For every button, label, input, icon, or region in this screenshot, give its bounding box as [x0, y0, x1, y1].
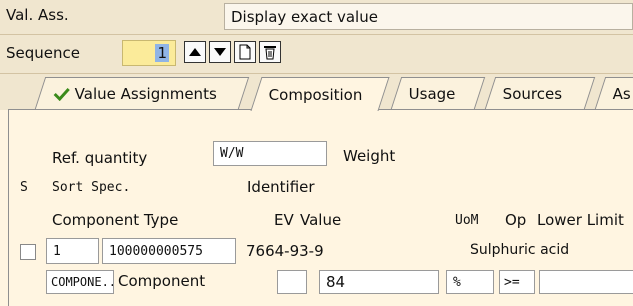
tab-composition-label: Composition	[268, 85, 363, 104]
identifier-value: 7664-93-9	[246, 242, 324, 260]
s-column-header: S	[20, 180, 28, 195]
tab-usage[interactable]: Usage	[390, 77, 486, 109]
tab-as[interactable]: As	[594, 77, 633, 109]
trash-icon	[264, 46, 276, 60]
component-type-value: COMPONE..	[51, 275, 114, 289]
val-ass-label: Val. Ass.	[6, 6, 69, 24]
ref-quantity-input[interactable]: W/W	[213, 141, 327, 166]
tab-strip: Value Assignments Composition Usage Sour…	[0, 74, 633, 111]
sequence-value: 1	[155, 44, 169, 62]
sort-spec-value: 1	[53, 243, 61, 259]
tab-value-assignments[interactable]: Value Assignments	[34, 77, 250, 109]
row-select-checkbox[interactable]	[20, 244, 36, 260]
tab-sources[interactable]: Sources	[484, 77, 596, 109]
ref-quantity-label: Ref. quantity	[52, 149, 148, 167]
tab-sources-label: Sources	[502, 84, 563, 103]
value-value: 84	[326, 273, 346, 291]
identifier-column-header: Identifier	[247, 178, 315, 196]
value-input[interactable]: 84	[319, 270, 439, 294]
arrow-up-icon	[189, 48, 201, 56]
val-ass-value: Display exact value	[231, 7, 378, 26]
create-button[interactable]	[234, 41, 256, 63]
check-icon	[53, 87, 70, 101]
component-id-value: 100000000575	[109, 243, 203, 259]
ev-column-header: EV	[274, 211, 294, 229]
uom-input[interactable]: %	[446, 270, 494, 294]
value-column-header: Value	[300, 211, 342, 229]
tab-as-label: As	[612, 84, 631, 103]
sequence-input[interactable]: 1	[122, 40, 176, 66]
component-type-text: Component	[118, 272, 206, 290]
value-assignment-header: Val. Ass. Display exact value	[0, 0, 633, 35]
lower-limit-input[interactable]	[539, 270, 633, 294]
new-document-icon	[239, 44, 251, 60]
uom-value: %	[453, 274, 461, 290]
component-name: Sulphuric acid	[470, 242, 570, 258]
arrow-down-icon	[214, 48, 226, 56]
sequence-label: Sequence	[6, 44, 80, 62]
ev-input[interactable]	[277, 270, 307, 294]
component-type-input[interactable]: COMPONE..	[46, 270, 114, 294]
sort-spec-input[interactable]: 1	[46, 238, 99, 264]
previous-button[interactable]	[184, 41, 206, 63]
component-type-column-header: Component Type	[52, 211, 179, 229]
ref-quantity-value: W/W	[220, 146, 244, 161]
component-id-input[interactable]: 100000000575	[102, 238, 236, 264]
sort-spec-column-header: Sort Spec.	[52, 180, 131, 195]
tab-composition[interactable]: Composition	[250, 77, 390, 111]
val-ass-field: Display exact value	[224, 3, 633, 30]
operator-value: >=	[504, 274, 520, 290]
uom-column-header: UoM	[455, 213, 479, 228]
ref-quantity-text: Weight	[343, 147, 396, 165]
tab-usage-label: Usage	[408, 84, 456, 103]
tab-value-assignments-label: Value Assignments	[74, 84, 217, 103]
lower-limit-column-header: Lower Limit	[537, 211, 624, 229]
next-button[interactable]	[209, 41, 231, 63]
sequence-row: Sequence 1	[0, 35, 633, 74]
op-column-header: Op	[505, 211, 527, 229]
operator-input[interactable]: >=	[499, 270, 535, 294]
delete-button[interactable]	[259, 41, 281, 63]
